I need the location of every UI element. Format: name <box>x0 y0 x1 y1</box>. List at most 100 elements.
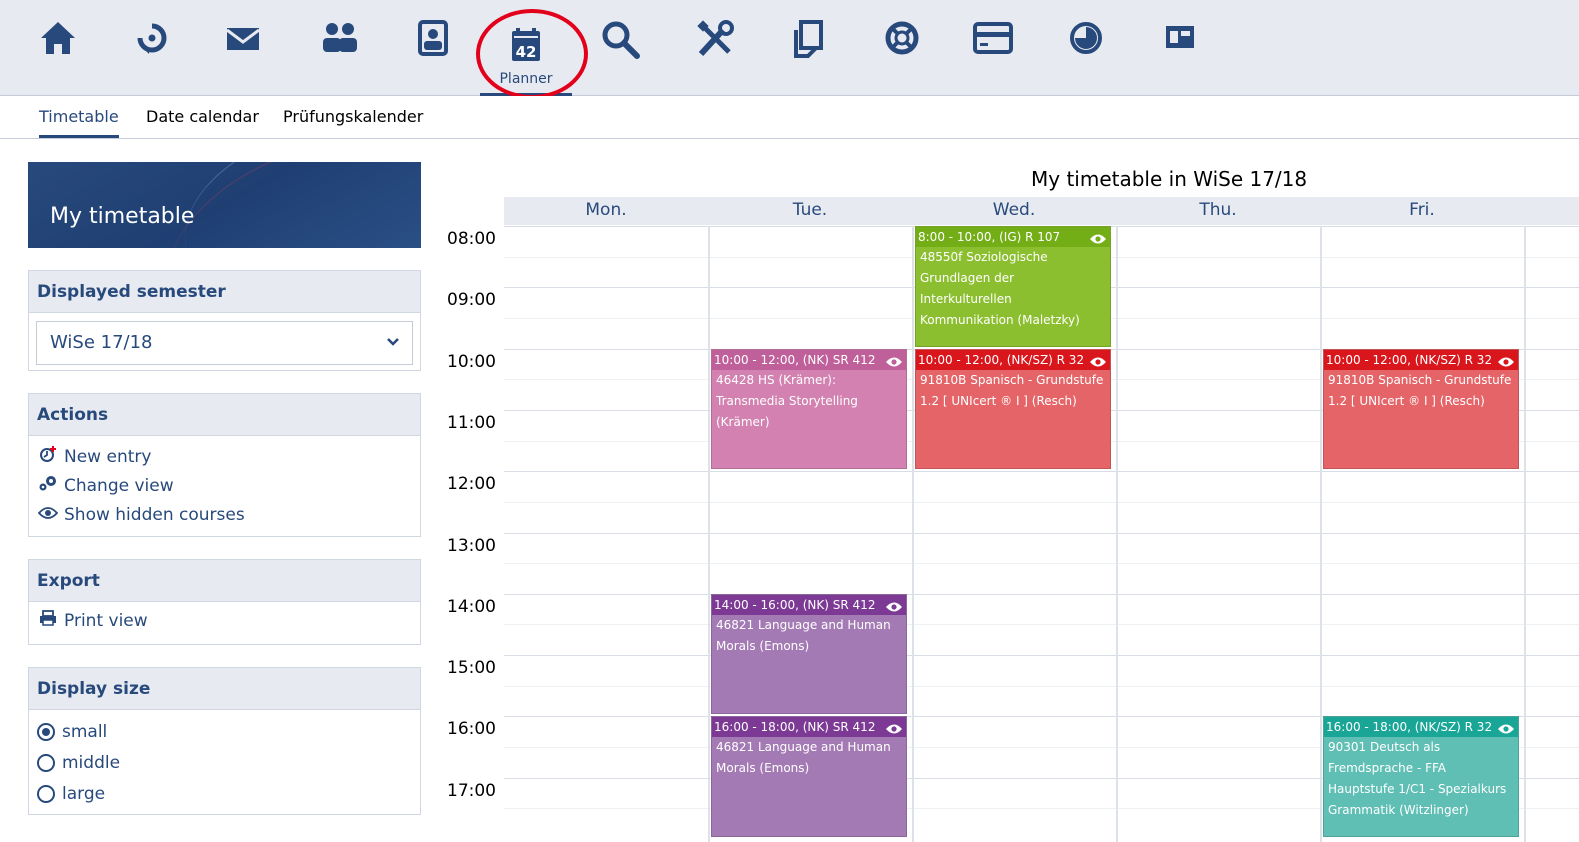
eye-icon[interactable] <box>885 354 903 375</box>
day-column-divider <box>1524 226 1526 842</box>
size-middle-label: middle <box>62 752 121 773</box>
export-heading: Export <box>29 560 420 602</box>
display-size-widget: Display size small middle large <box>28 667 421 815</box>
event-time-room: 10:00 - 12:00, (NK/SZ) R 32 <box>1326 352 1493 367</box>
planner-label: Planner <box>499 70 553 87</box>
event-time-room: 10:00 - 12:00, (NK) SR 412 <box>714 352 876 367</box>
event-title: 48550f Soziologische Grundlagen der Inte… <box>920 250 1080 327</box>
course-event[interactable]: 10:00 - 12:00, (NK/SZ) R 32 91810B Spanis… <box>915 348 1111 470</box>
change-view-link[interactable]: Change view <box>29 471 420 500</box>
semester-value: WiSe 17/18 <box>50 332 153 353</box>
eye-icon[interactable] <box>1089 354 1107 375</box>
tab-timetable[interactable]: Timetable <box>39 107 119 138</box>
day-column-divider <box>912 226 914 842</box>
contact-icon[interactable] <box>402 18 462 72</box>
day-column-divider <box>1320 226 1322 842</box>
hour-label: 13:00 <box>447 535 496 556</box>
event-time-room: 16:00 - 18:00, (NK/SZ) R 32 <box>1326 720 1493 735</box>
course-event[interactable]: 10:00 - 12:00, (NK) SR 412 46428 HS (Kräm… <box>711 348 907 470</box>
half-hour-gridline <box>504 501 1579 503</box>
layout-icon[interactable] <box>1150 18 1210 72</box>
print-view-link[interactable]: Print view <box>29 606 420 635</box>
show-hidden-courses-link[interactable]: Show hidden courses <box>29 500 420 529</box>
event-title: 46821 Language and Human Morals (Emons) <box>716 740 891 776</box>
hour-gridline <box>504 655 1579 657</box>
hour-label: 15:00 <box>447 658 496 679</box>
size-small-radio[interactable]: small <box>29 716 420 747</box>
course-event[interactable]: 16:00 - 18:00, (NK) SR 412 46821 Language… <box>711 716 907 837</box>
eye-icon[interactable] <box>885 721 903 742</box>
event-header: 16:00 - 18:00, (NK) SR 412 <box>712 717 906 738</box>
event-header: 16:00 - 18:00, (NK/SZ) R 32 <box>1324 717 1518 738</box>
event-title: 46428 HS (Krämer): Transmedia Storytelli… <box>716 372 858 429</box>
sub-navigation: Timetable Date calendar Prüfungskalender <box>0 96 1579 139</box>
half-hour-gridline <box>504 563 1579 565</box>
lifebuoy-icon[interactable] <box>872 18 932 72</box>
hour-label: 11:00 <box>447 412 496 433</box>
actions-widget: Actions New entry Change view Show hidde… <box>28 393 421 537</box>
course-event[interactable]: 14:00 - 16:00, (NK) SR 412 46821 Language… <box>711 593 907 715</box>
half-hour-gridline <box>504 624 1579 626</box>
card-icon[interactable] <box>963 18 1023 72</box>
eye-icon[interactable] <box>1497 721 1515 742</box>
eye-icon[interactable] <box>1089 231 1107 252</box>
event-title: 91810B Spanisch - Grundstufe 1.2 [ UNIce… <box>920 372 1104 408</box>
event-time-room: 8:00 - 10:00, (IG) R 107 <box>918 230 1061 244</box>
hour-label: 09:00 <box>447 290 496 311</box>
day-monday: Mon. <box>585 200 627 220</box>
day-column-divider <box>708 226 710 842</box>
pie-icon[interactable] <box>1056 18 1116 72</box>
tools-icon[interactable] <box>685 18 745 72</box>
timetable-title: My timetable in WiSe 17/18 <box>1031 167 1308 191</box>
course-event[interactable]: 16:00 - 18:00, (NK/SZ) R 32 90301 Deutsch… <box>1323 716 1519 837</box>
sidebar: My timetable Displayed semester WiSe 17/… <box>28 162 421 815</box>
day-friday: Fri. <box>1409 200 1435 220</box>
planner-icon: 42 <box>512 27 540 61</box>
eye-icon[interactable] <box>1497 354 1515 375</box>
new-entry-link[interactable]: New entry <box>29 442 420 471</box>
hour-label: 14:00 <box>447 596 496 617</box>
documents-icon[interactable] <box>778 18 838 72</box>
mail-icon[interactable] <box>213 18 273 72</box>
day-header: Mon. Tue. Wed. Thu. Fri. <box>504 197 1579 225</box>
event-header: 10:00 - 12:00, (NK/SZ) R 32 <box>916 349 1110 370</box>
event-header: 14:00 - 16:00, (NK) SR 412 <box>712 594 906 615</box>
size-small-label: small <box>62 721 108 742</box>
event-title: 46821 Language and Human Morals (Emons) <box>716 617 891 653</box>
event-header: 10:00 - 12:00, (NK/SZ) R 32 <box>1324 349 1518 370</box>
radio-selected-icon <box>37 722 55 741</box>
tab-date-calendar[interactable]: Date calendar <box>146 107 259 126</box>
semester-select[interactable]: WiSe 17/18 <box>36 321 413 365</box>
people-icon[interactable] <box>310 18 370 72</box>
search-icon[interactable] <box>591 18 651 72</box>
day-thursday: Thu. <box>1199 200 1237 220</box>
event-header: 10:00 - 12:00, (NK) SR 412 <box>712 349 906 370</box>
gear-icon <box>37 474 59 497</box>
size-large-radio[interactable]: large <box>29 778 420 809</box>
course-event[interactable]: 8:00 - 10:00, (IG) R 107 48550f Soziologi… <box>915 226 1111 347</box>
size-middle-radio[interactable]: middle <box>29 747 420 778</box>
change-view-label: Change view <box>64 475 174 496</box>
print-view-label: Print view <box>64 610 148 631</box>
eye-icon[interactable] <box>885 599 903 620</box>
main-toolbar: 42 Planner <box>0 0 1579 99</box>
home-icon[interactable] <box>28 18 88 72</box>
event-time-room: 10:00 - 12:00, (NK/SZ) R 32 <box>918 352 1085 367</box>
planner-tab[interactable]: 42 Planner <box>480 18 572 96</box>
timetable-grid: 8:00 - 10:00, (IG) R 107 48550f Soziologi… <box>504 226 1579 842</box>
undo-icon[interactable] <box>122 18 182 72</box>
printer-icon <box>37 610 59 631</box>
day-tuesday: Tue. <box>792 200 828 220</box>
day-wednesday: Wed. <box>992 200 1036 220</box>
hour-label: 12:00 <box>447 474 496 495</box>
event-time-room: 14:00 - 16:00, (NK) SR 412 <box>714 597 876 612</box>
tab-pruefungskalender[interactable]: Prüfungskalender <box>283 107 423 126</box>
semester-heading: Displayed semester <box>29 271 420 313</box>
hour-gridline <box>504 471 1579 473</box>
hour-label: 16:00 <box>447 719 496 740</box>
new-entry-icon <box>37 445 59 468</box>
course-event[interactable]: 10:00 - 12:00, (NK/SZ) R 32 91810B Spanis… <box>1323 348 1519 470</box>
radio-icon <box>37 753 55 772</box>
chevron-down-icon <box>387 338 399 346</box>
semester-widget: Displayed semester WiSe 17/18 <box>28 270 421 371</box>
